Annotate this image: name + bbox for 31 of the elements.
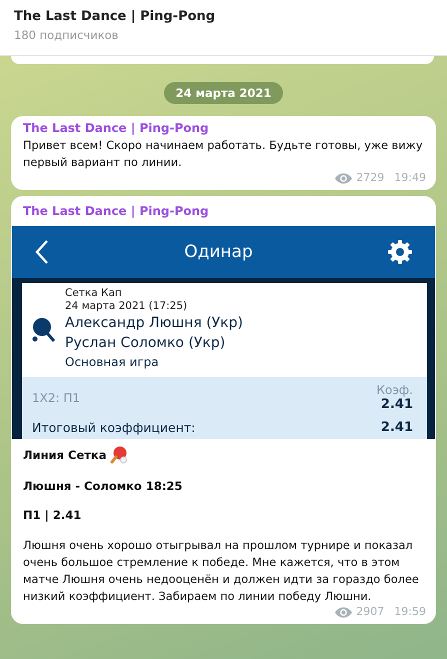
market-name: Основная игра: [65, 354, 160, 371]
total-odds-value: 2.41: [380, 420, 413, 435]
message-time: 19:49: [394, 171, 426, 185]
post-heading: Люшня - Соломко 18:25: [23, 479, 182, 493]
odds-label: Коэф.: [376, 383, 413, 397]
message-text: Люшня очень хорошо отыгрывал на прошлом турнире и показал очень большое стремление к победе. Мне кажется, что в этом матче Люшня очень недооценён и должен идти за гораздо более низкий коэффициент. Забираем по линии победу Люшни.: [23, 538, 420, 605]
player-name: Александр Люшня (Укр): [65, 314, 243, 333]
odds-value: 2.41: [380, 397, 413, 412]
channel-title[interactable]: The Last Dance | Ping-Pong: [14, 9, 433, 24]
total-odds-label: Итоговый коэффициент:: [32, 420, 196, 435]
author-name[interactable]: The Last Dance | Ping-Pong: [11, 196, 436, 224]
ping-pong-icon: [110, 446, 128, 464]
view-count: 2907: [356, 605, 384, 619]
message-text: Привет всем! Скоро начинаем работать. Будьте готовы, уже вижу первый вариант по линии.: [23, 138, 424, 171]
post-heading: П1 | 2.41: [23, 508, 82, 522]
subscriber-count: 180 подписчиков: [14, 28, 120, 42]
eye-icon: [335, 606, 352, 618]
event-date: 24 марта 2021 (17:25): [65, 300, 188, 313]
view-count: 2729: [356, 171, 384, 185]
screen-title: Одинар: [184, 242, 253, 262]
eye-icon: [335, 172, 352, 184]
settings-icon: [386, 239, 413, 265]
bet-selection: 1X2: П1: [32, 390, 80, 404]
message-time: 19:59: [394, 605, 426, 619]
paddle-icon: [32, 316, 56, 342]
date-pill: 24 марта 2021: [164, 82, 284, 104]
author-name[interactable]: The Last Dance | Ping-Pong: [23, 121, 426, 135]
player-name: Руслан Соломко (Укр): [65, 334, 226, 353]
league-name: Сетка Кап: [65, 287, 123, 300]
post-heading: Линия Сетка: [23, 448, 106, 462]
back-icon: [34, 239, 50, 265]
